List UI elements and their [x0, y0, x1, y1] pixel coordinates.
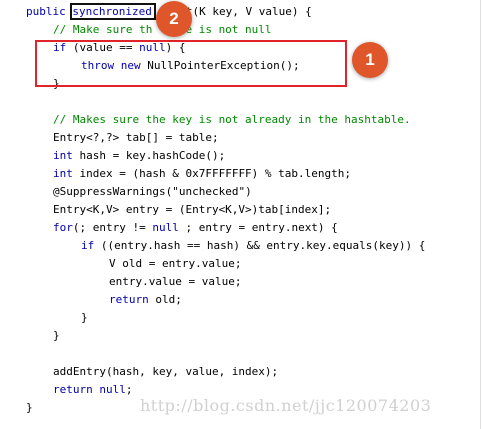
- hash-decl: hash = key.hashCode();: [72, 149, 226, 162]
- code-line-8: int hash = key.hashCode();: [53, 149, 225, 163]
- code-line-20: return null;: [53, 383, 133, 397]
- semicolon: ;: [125, 383, 133, 396]
- keyword-public: public: [26, 5, 66, 18]
- code-line-15: entry.value = value;: [109, 275, 242, 288]
- annotation-string: "unchecked": [172, 185, 246, 198]
- keyword-null: null: [99, 383, 126, 396]
- code-line-19: addEntry(hash, key, value, index);: [53, 365, 279, 378]
- null-check-highlight-box: [35, 40, 347, 87]
- code-line-12: for(; entry != null ; entry = entry.next…: [53, 221, 338, 235]
- code-line-10: @SuppressWarnings("unchecked"): [53, 185, 252, 199]
- keyword-if: if: [81, 239, 95, 252]
- annotation-badge-2: 2: [156, 1, 192, 37]
- keyword-null: null: [152, 221, 179, 234]
- keyword-for: for: [53, 221, 73, 234]
- return-value: old;: [148, 293, 182, 306]
- code-line-18: }: [53, 329, 60, 342]
- if-condition: ((entry.hash == hash) && entry.key.equal…: [94, 239, 426, 252]
- code-line-21: }: [26, 401, 33, 414]
- annotation-close: ): [245, 185, 252, 198]
- annotation: @SuppressWarnings(: [53, 185, 173, 198]
- synchronized-highlight-box: [70, 3, 156, 20]
- for-init: (; entry !=: [72, 221, 153, 234]
- annotation-badge-1: 1: [352, 42, 388, 78]
- index-decl: index = (hash & 0x7FFFFFFF) % tab.length…: [72, 167, 352, 180]
- code-line-6-comment: // Makes sure the key is not already in …: [53, 113, 411, 126]
- for-rest: ; entry = entry.next) {: [178, 221, 338, 234]
- keyword-int: int: [53, 149, 73, 162]
- code-line-7: Entry<?,?> tab[] = table;: [53, 131, 219, 144]
- keyword-int: int: [53, 167, 73, 180]
- keyword-return: return: [53, 383, 93, 396]
- code-line-13: if ((entry.hash == hash) && entry.key.eq…: [81, 239, 425, 253]
- code-line-17: }: [81, 311, 88, 324]
- code-line-14: V old = entry.value;: [109, 257, 242, 270]
- watermark-url: http://blog.csdn.net/jjc120074203: [140, 396, 432, 415]
- code-line-11: Entry<K,V> entry = (Entry<K,V>)tab[index…: [53, 203, 332, 216]
- code-line-9: int index = (hash & 0x7FFFFFFF) % tab.le…: [53, 167, 351, 181]
- keyword-return: return: [109, 293, 149, 306]
- code-line-16: return old;: [109, 293, 182, 307]
